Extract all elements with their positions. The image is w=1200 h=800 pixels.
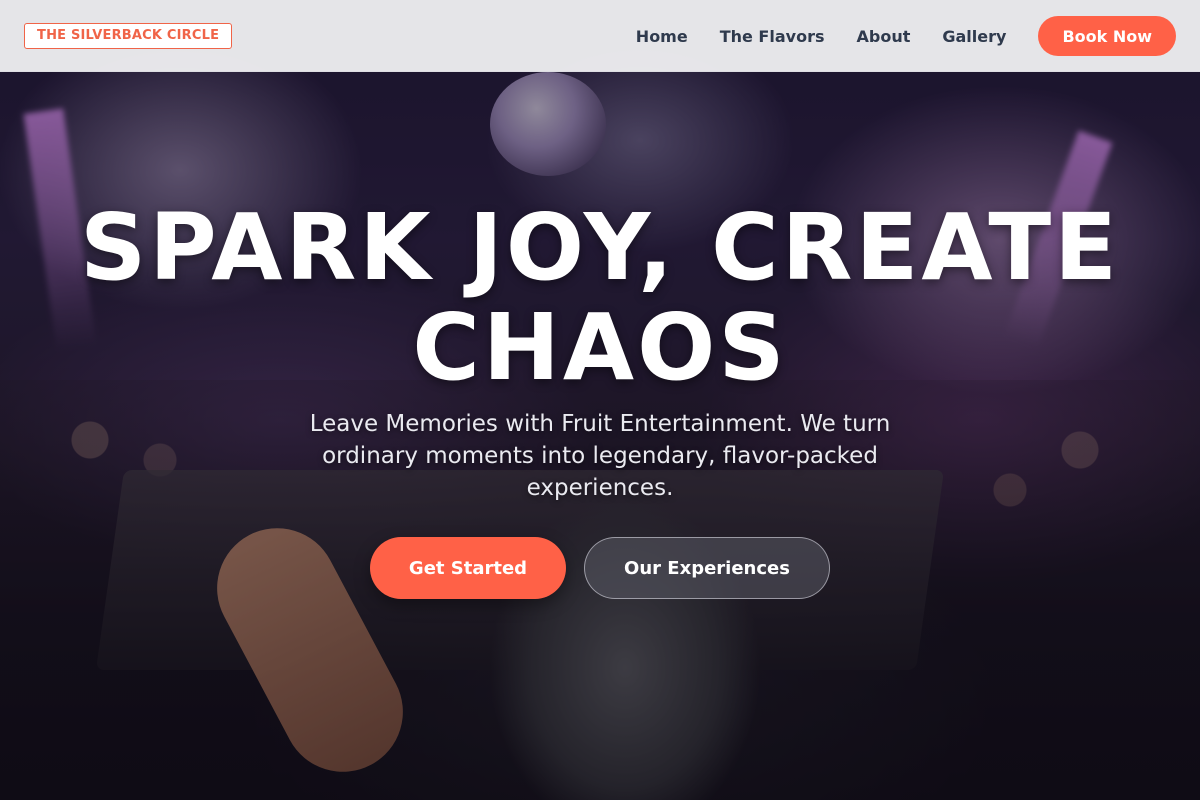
hero-subtitle: Leave Memories with Fruit Entertainment.… [309, 411, 891, 501]
get-started-button[interactable]: Get Started [370, 537, 566, 599]
hero-title-line-2: CHAOS [412, 294, 788, 401]
hero-title: SPARK JOY, CREATE CHAOS [0, 198, 1200, 398]
nav-link-the-flavors[interactable]: The Flavors [720, 27, 825, 46]
nav-link-gallery[interactable]: Gallery [942, 27, 1006, 46]
top-navigation-bar: THE SILVERBACK CIRCLE Home The Flavors A… [0, 0, 1200, 72]
brand-logo[interactable]: THE SILVERBACK CIRCLE [24, 23, 233, 49]
hero-title-line-1: SPARK JOY, CREATE [80, 194, 1120, 301]
nav-links: Home The Flavors About Gallery Book Now [636, 0, 1200, 72]
nav-link-about[interactable]: About [856, 27, 910, 46]
our-experiences-button[interactable]: Our Experiences [584, 537, 830, 599]
nav-link-home[interactable]: Home [636, 27, 688, 46]
book-now-button[interactable]: Book Now [1038, 16, 1176, 56]
